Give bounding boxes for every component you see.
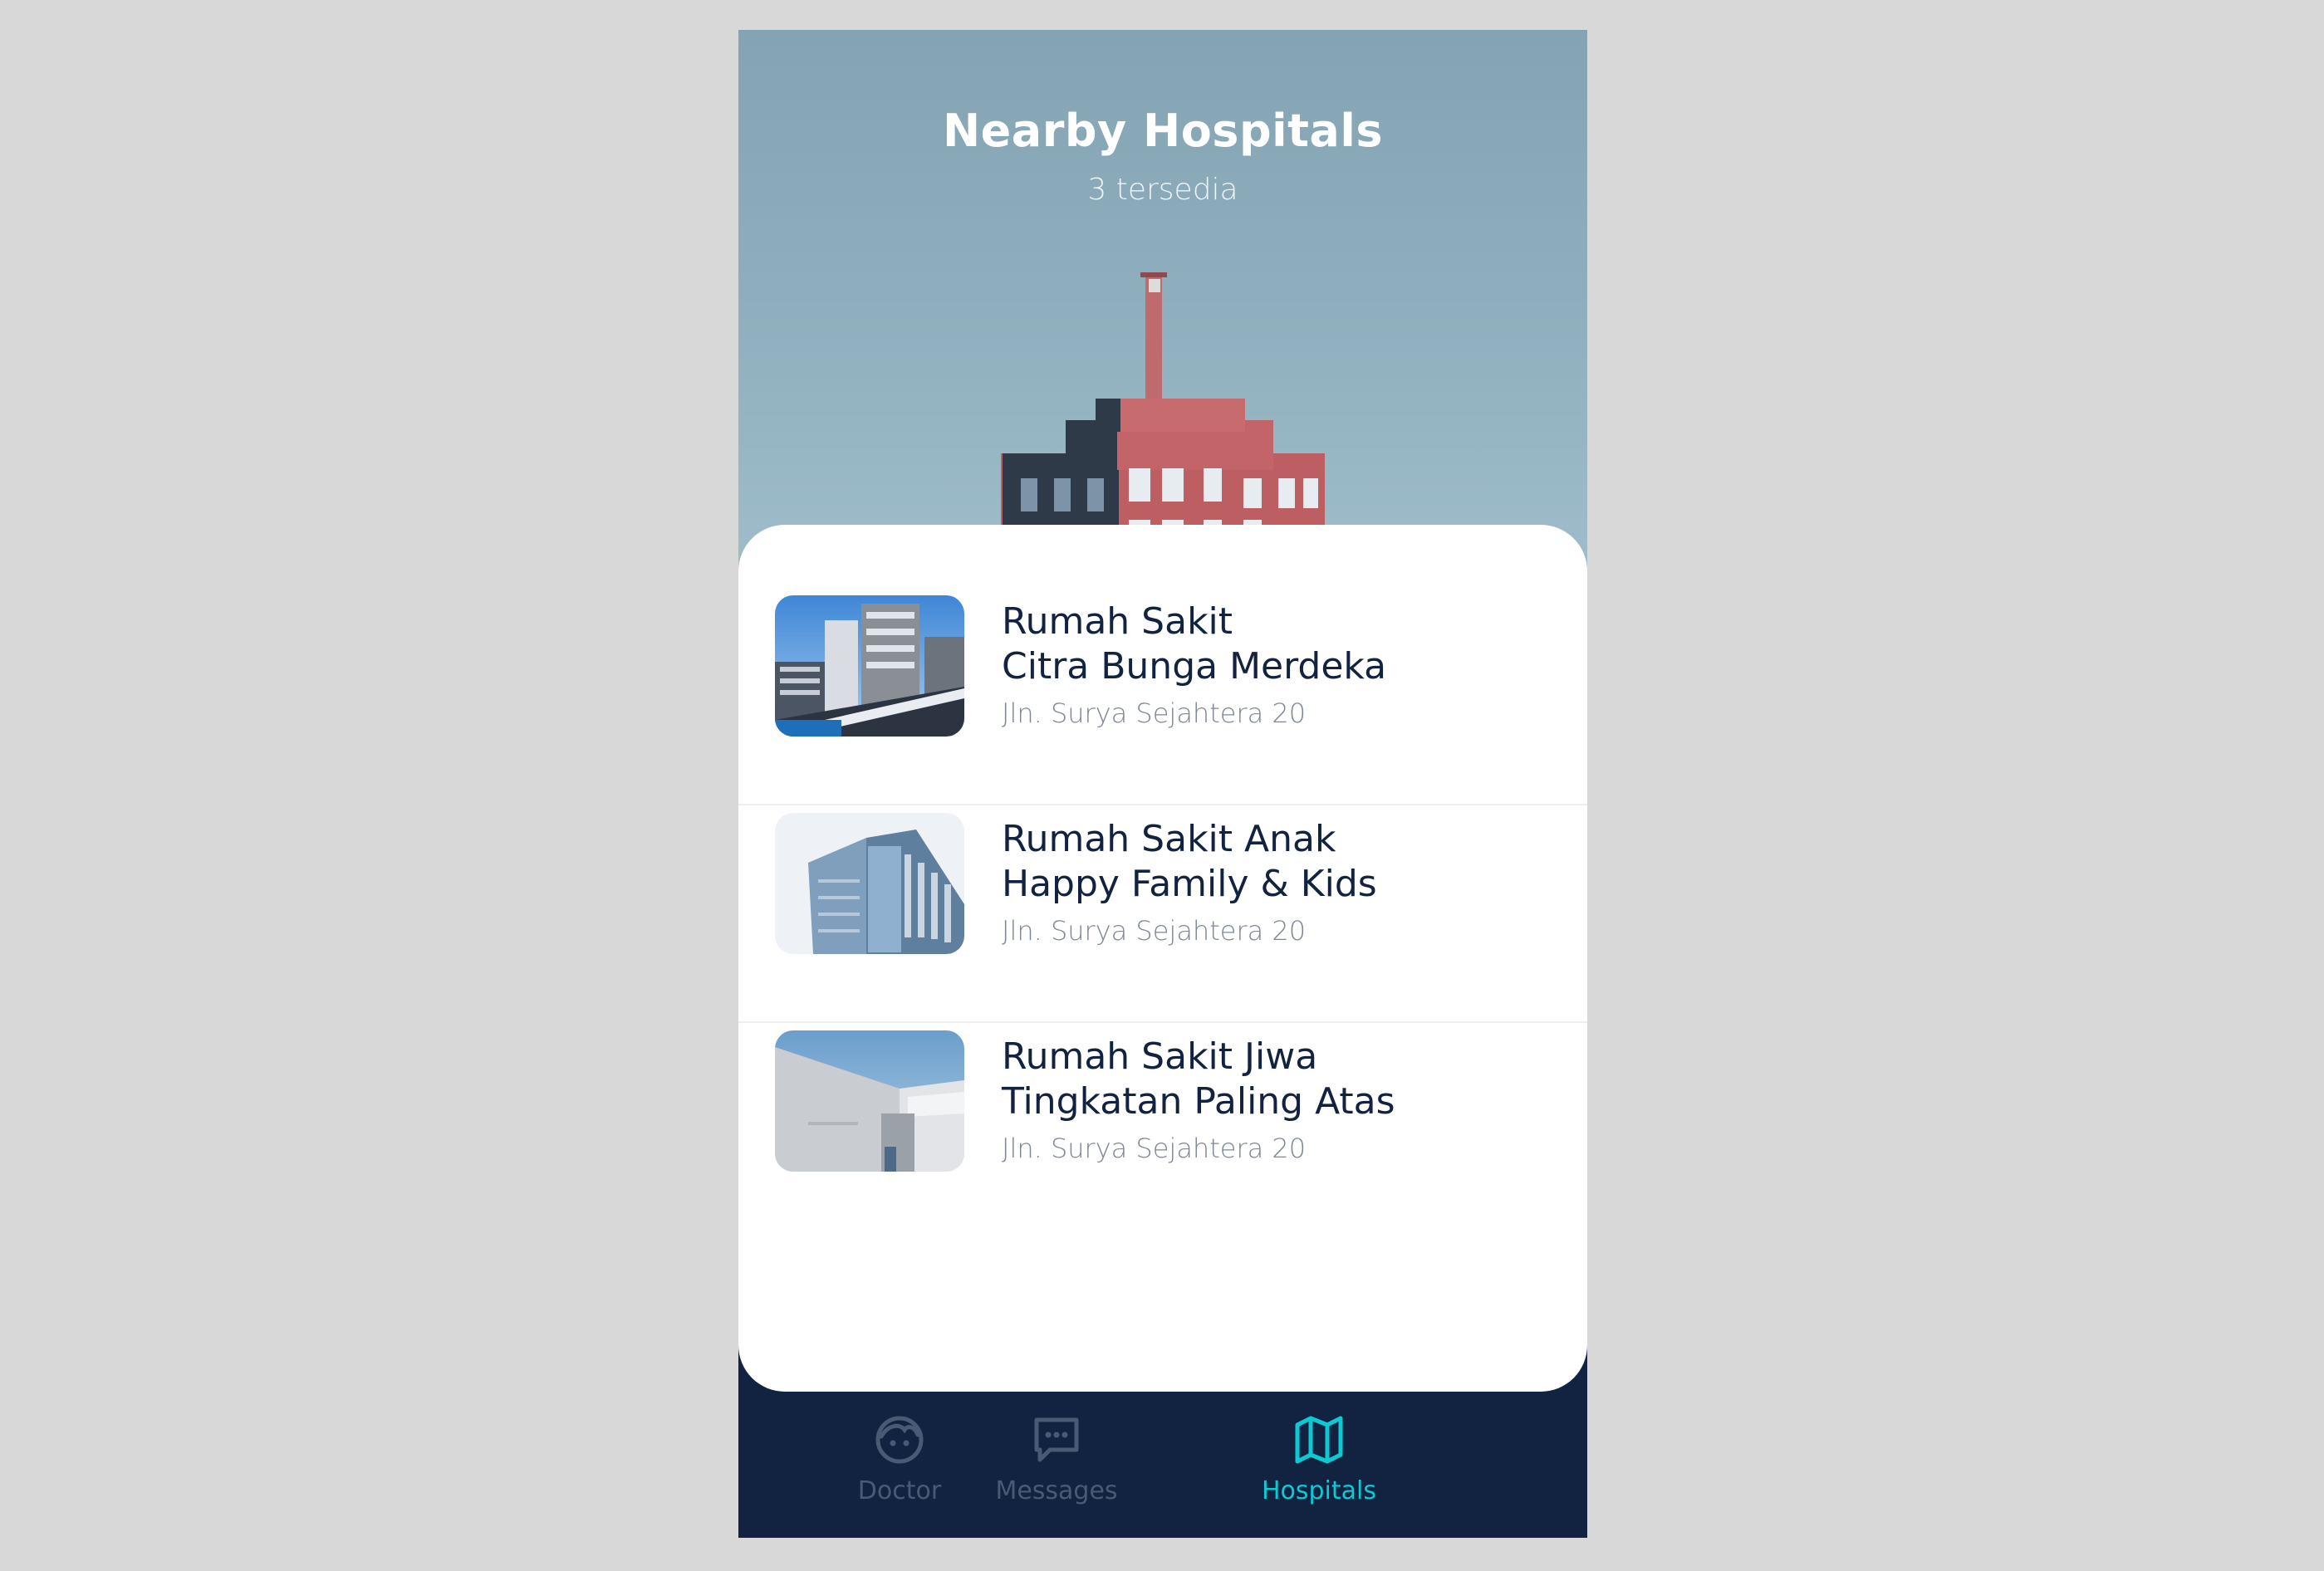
hospital-name: Rumah Sakit Anak Happy Family & Kids [1002,818,1377,905]
nav-tab-hospitals[interactable]: Hospitals [1228,1392,1410,1538]
doctor-face-icon [875,1416,924,1464]
hospital-address: Jln. Surya Sejahtera 20 [1002,915,1307,947]
hospital-address: Jln. Surya Sejahtera 20 [1002,697,1307,729]
bottom-navigation: Doctor Messages Hospitals [738,1392,1587,1538]
nav-label: Hospitals [1261,1476,1377,1505]
app-screen: Nearby Hospitals 3 tersedia Rumah Sakit … [738,30,1587,1538]
hospital-name: Rumah Sakit Jiwa Tingkatan Paling Atas [1002,1035,1395,1123]
hospital-thumbnail [775,813,964,954]
hospital-thumbnail [775,595,964,737]
nav-label: Doctor [857,1476,942,1505]
hospital-list-item[interactable]: Rumah Sakit Jiwa Tingkatan Paling Atas J… [738,960,1587,1176]
hospital-list-item[interactable]: Rumah Sakit Anak Happy Family & Kids Jln… [738,742,1587,958]
hospital-list: Rumah Sakit Citra Bunga Merdeka Jln. Sur… [738,525,1587,1392]
header-banner: Nearby Hospitals 3 tersedia [738,30,1587,611]
nav-tab-messages[interactable]: Messages [965,1392,1148,1538]
page-title: Nearby Hospitals [942,105,1384,157]
hospital-address: Jln. Surya Sejahtera 20 [1002,1133,1307,1164]
hospital-thumbnail [775,1030,964,1172]
hospital-list-item[interactable]: Rumah Sakit Citra Bunga Merdeka Jln. Sur… [738,525,1587,741]
hospital-name: Rumah Sakit Citra Bunga Merdeka [1002,600,1387,688]
nav-tab-doctor[interactable]: Doctor [808,1392,991,1538]
chat-bubble-icon [1034,1417,1079,1462]
map-icon [1295,1416,1343,1464]
nav-label: Messages [995,1476,1118,1505]
available-count: 3 tersedia [1087,173,1238,207]
